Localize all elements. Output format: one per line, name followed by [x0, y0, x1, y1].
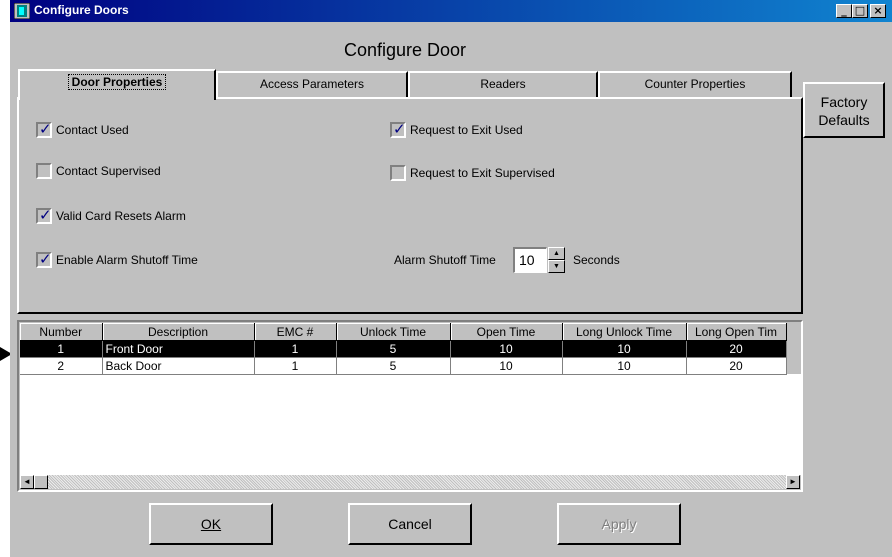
maximize-button[interactable]: □: [852, 4, 868, 18]
alarm-shutoff-time-label: Alarm Shutoff Time: [394, 253, 496, 267]
column-header-long-unlock-time[interactable]: Long Unlock Time: [562, 323, 687, 341]
tab-readers-label: Readers: [480, 77, 526, 91]
tab-counter-properties-label: Counter Properties: [644, 77, 746, 91]
table-header-row: Number Description EMC # Unlock Time Ope…: [20, 323, 787, 341]
ok-button[interactable]: OK: [149, 503, 273, 545]
valid-card-resets-alarm-label: Valid Card Resets Alarm: [56, 209, 186, 223]
scroll-right-icon[interactable]: ►: [786, 475, 800, 489]
request-to-exit-used-checkbox[interactable]: [390, 120, 406, 138]
table-empty-area: [20, 374, 801, 475]
cell-open-time: 10: [450, 357, 563, 375]
scroll-thumb[interactable]: [34, 475, 48, 489]
cell-number: 2: [20, 357, 103, 375]
enable-alarm-shutoff-time-label: Enable Alarm Shutoff Time: [56, 253, 198, 267]
close-button[interactable]: ×: [870, 4, 886, 18]
minimize-button[interactable]: _: [836, 4, 852, 18]
tab-door-properties-label: Door Properties: [67, 74, 167, 90]
cell-emc: 1: [254, 357, 337, 375]
request-to-exit-supervised-label: Request to Exit Supervised: [410, 166, 555, 180]
alarm-shutoff-unit-label: Seconds: [573, 253, 620, 267]
request-to-exit-used-label: Request to Exit Used: [410, 123, 523, 137]
cell-unlock-time: 5: [336, 357, 451, 375]
spin-up-arrow-icon[interactable]: ▲: [548, 247, 565, 260]
configure-doors-window: Configure Doors _ □ × Configure Door Doo…: [10, 0, 892, 557]
tab-access-parameters-label: Access Parameters: [259, 77, 365, 91]
enable-alarm-shutoff-time-checkbox[interactable]: [36, 250, 52, 268]
contact-used-label: Contact Used: [56, 123, 129, 137]
doors-table[interactable]: Number Description EMC # Unlock Time Ope…: [17, 320, 803, 492]
page-title: Configure Door: [343, 40, 467, 60]
spin-down-arrow-icon[interactable]: ▼: [548, 260, 565, 273]
column-header-long-open-time[interactable]: Long Open Tim: [686, 323, 787, 341]
cell-description: Front Door: [102, 340, 255, 358]
cell-long-open-time: 20: [686, 340, 787, 358]
title-bar: Configure Doors _ □ ×: [10, 0, 892, 22]
table-row[interactable]: 2 Back Door 1 5 10 10 20: [20, 357, 787, 375]
tab-counter-properties[interactable]: Counter Properties: [598, 71, 792, 98]
column-header-unlock-time[interactable]: Unlock Time: [336, 323, 451, 341]
contact-used-checkbox[interactable]: [36, 120, 52, 138]
contact-supervised-label: Contact Supervised: [56, 164, 161, 178]
column-header-emc[interactable]: EMC #: [254, 323, 337, 341]
factory-defaults-line1: Factory: [820, 94, 868, 110]
contact-supervised-checkbox[interactable]: [36, 163, 52, 179]
cell-number: 1: [20, 340, 103, 358]
door-properties-panel: Contact Used Contact Supervised Valid Ca…: [17, 97, 803, 314]
scroll-left-icon[interactable]: ◄: [20, 475, 34, 489]
ok-button-label: OK: [200, 516, 222, 532]
alarm-shutoff-time-input[interactable]: 10: [513, 247, 547, 273]
cell-open-time: 10: [450, 340, 563, 358]
cell-long-unlock-time: 10: [562, 340, 687, 358]
column-header-description[interactable]: Description: [102, 323, 255, 341]
horizontal-scrollbar[interactable]: ◄ ►: [20, 475, 800, 489]
apply-button[interactable]: Apply: [557, 503, 681, 545]
column-header-number[interactable]: Number: [20, 323, 103, 341]
cell-emc: 1: [254, 340, 337, 358]
request-to-exit-supervised-checkbox[interactable]: [390, 165, 406, 181]
cell-description: Back Door: [102, 357, 255, 375]
tab-access-parameters[interactable]: Access Parameters: [216, 71, 408, 98]
cancel-button[interactable]: Cancel: [348, 503, 472, 545]
cell-long-unlock-time: 10: [562, 357, 687, 375]
tab-door-properties[interactable]: Door Properties: [18, 69, 216, 100]
cancel-button-label: Cancel: [388, 516, 432, 532]
factory-defaults-button[interactable]: Factory Defaults: [803, 82, 885, 138]
cell-long-open-time: 20: [686, 357, 787, 375]
window-title: Configure Doors: [34, 3, 129, 17]
valid-card-resets-alarm-checkbox[interactable]: [36, 206, 52, 224]
column-header-open-time[interactable]: Open Time: [450, 323, 563, 341]
doors-grid: Number Description EMC # Unlock Time Ope…: [20, 323, 787, 375]
tab-readers[interactable]: Readers: [408, 71, 598, 98]
table-row[interactable]: 1 Front Door 1 5 10 10 20: [20, 340, 787, 358]
factory-defaults-line2: Defaults: [818, 112, 870, 128]
apply-button-label: Apply: [601, 516, 637, 532]
cell-unlock-time: 5: [336, 340, 451, 358]
app-icon: [14, 3, 30, 19]
